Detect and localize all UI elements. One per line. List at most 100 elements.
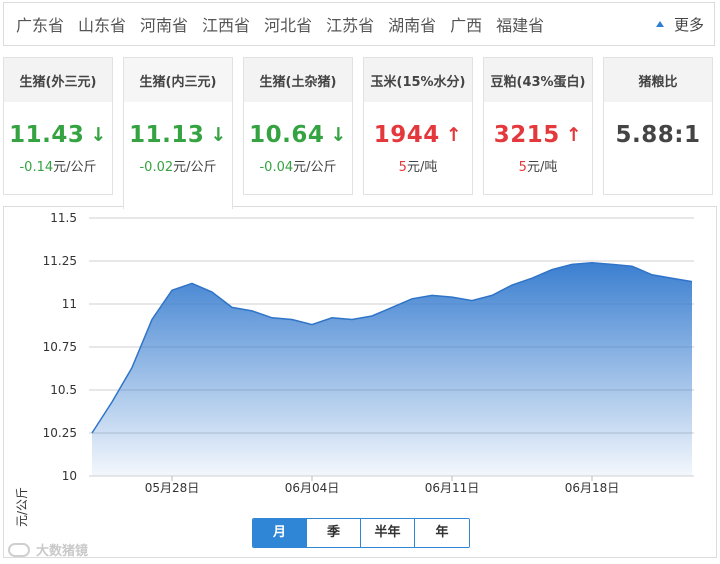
- card-price: 5.88:1: [604, 121, 712, 149]
- province-item[interactable]: 湖南省: [388, 12, 436, 36]
- tab-quarter[interactable]: 季: [307, 519, 361, 547]
- arrow-up-icon: ↑: [445, 124, 463, 146]
- tab-half-year[interactable]: 半年: [361, 519, 415, 547]
- x-tick-label: 06月18日: [565, 481, 620, 495]
- data-point: [331, 317, 333, 319]
- data-point: [291, 318, 293, 320]
- data-point: [451, 296, 453, 298]
- province-item[interactable]: 江苏省: [326, 12, 374, 36]
- card-price: 11.13 ↓: [124, 121, 232, 149]
- card-value: 11.43: [9, 122, 85, 148]
- more-button[interactable]: 更多: [655, 3, 704, 45]
- tab-year[interactable]: 年: [415, 519, 469, 547]
- card-change: -0.14元/公斤: [4, 156, 112, 175]
- card-price: 10.64 ↓: [244, 121, 352, 149]
- change-unit: 元/吨: [406, 160, 438, 175]
- card-value: 3215: [493, 122, 560, 148]
- province-item[interactable]: 江西省: [202, 12, 250, 36]
- card-value: 5.88:1: [615, 122, 701, 148]
- data-point: [311, 323, 313, 325]
- card-title: 猪粮比: [604, 58, 712, 102]
- card-price: 11.43 ↓: [4, 121, 112, 149]
- data-point: [591, 262, 593, 264]
- price-card[interactable]: 生猪(外三元) 11.43 ↓ -0.14元/公斤: [3, 57, 113, 195]
- data-point: [411, 298, 413, 300]
- data-point: [231, 306, 233, 308]
- data-point: [91, 432, 93, 434]
- card-change: 5元/吨: [484, 156, 592, 175]
- province-item[interactable]: 广东省: [16, 12, 64, 36]
- arrow-down-icon: ↓: [90, 124, 107, 146]
- y-tick-label: 10.5: [50, 383, 77, 397]
- change-value: 5: [518, 160, 527, 175]
- change-unit: 元/吨: [526, 160, 558, 175]
- card-title: 玉米(15%水分): [364, 58, 472, 102]
- data-point: [571, 263, 573, 265]
- card-title: 生猪(内三元): [124, 58, 232, 102]
- card-title: 生猪(外三元): [4, 58, 112, 102]
- data-point: [691, 280, 693, 282]
- province-item[interactable]: 河南省: [140, 12, 188, 36]
- data-point: [251, 310, 253, 312]
- caret-up-icon: [655, 21, 664, 27]
- chart-panel: 10 10.25 10.5 10.75 11 11.25 11.5 05月28日 06月04日 0…: [3, 206, 717, 558]
- data-point: [371, 315, 373, 317]
- change-value: -0.14: [19, 160, 54, 175]
- price-card[interactable]: 玉米(15%水分) 1944 ↑ 5元/吨: [363, 57, 473, 195]
- x-tick-label: 06月11日: [425, 481, 480, 495]
- y-tick-label: 10: [62, 469, 77, 483]
- data-point: [511, 284, 513, 286]
- card-price: 3215 ↑: [484, 121, 592, 149]
- province-list: 广东省 山东省 河南省 江西省 河北省 江苏省 湖南省 广西 福建省: [16, 3, 558, 45]
- price-card[interactable]: 生猪(土杂猪) 10.64 ↓ -0.04元/公斤: [243, 57, 353, 195]
- brand-logo-icon: [8, 542, 30, 557]
- card-value: 10.64: [249, 122, 325, 148]
- y-tick-label: 10.25: [43, 426, 77, 440]
- y-tick-label: 10.75: [43, 340, 77, 354]
- card-price: 1944 ↑: [364, 121, 472, 149]
- card-value: 1944: [373, 122, 440, 148]
- data-point: [431, 294, 433, 296]
- price-card[interactable]: 豆粕(43%蛋白) 3215 ↑ 5元/吨: [483, 57, 593, 195]
- data-point: [671, 277, 673, 279]
- y-axis-label: 元/公斤: [15, 486, 29, 527]
- data-point: [191, 282, 193, 284]
- price-card[interactable]: 生猪(内三元) 11.13 ↓ -0.02元/公斤: [123, 57, 233, 209]
- province-item[interactable]: 河北省: [264, 12, 312, 36]
- change-value: -0.04: [259, 160, 294, 175]
- x-tick-label: 06月04日: [285, 481, 340, 495]
- card-change: -0.04元/公斤: [244, 156, 352, 175]
- data-point: [531, 277, 533, 279]
- price-area-chart: 10 10.25 10.5 10.75 11 11.25 11.5 05月28日 06月04日 0…: [43, 211, 694, 495]
- tab-month[interactable]: 月: [253, 519, 307, 547]
- arrow-down-icon: ↓: [210, 124, 227, 146]
- more-label: 更多: [673, 15, 704, 34]
- arrow-down-icon: ↓: [330, 124, 347, 146]
- card-title: 豆粕(43%蛋白): [484, 58, 592, 102]
- data-point: [391, 306, 393, 308]
- data-point: [351, 318, 353, 320]
- card-value: 11.13: [129, 122, 205, 148]
- card-change: 5元/吨: [364, 156, 472, 175]
- data-point: [651, 274, 653, 276]
- province-item[interactable]: 广西: [450, 12, 482, 36]
- y-tick-label: 11.25: [43, 254, 77, 268]
- data-point: [631, 265, 633, 267]
- watermark: 大数猪镜: [8, 540, 88, 559]
- change-value: 5: [398, 160, 407, 175]
- change-unit: 元/公斤: [293, 160, 337, 175]
- card-change: -0.02元/公斤: [124, 156, 232, 175]
- price-area: [92, 262, 692, 476]
- data-point: [551, 268, 553, 270]
- y-tick-label: 11.5: [50, 211, 77, 225]
- card-title: 生猪(土杂猪): [244, 58, 352, 102]
- y-tick-label: 11: [62, 297, 77, 311]
- data-point: [151, 318, 153, 320]
- change-value: -0.02: [139, 160, 174, 175]
- x-tick-label: 05月28日: [145, 481, 200, 495]
- data-point: [131, 366, 133, 368]
- price-card[interactable]: 猪粮比 5.88:1: [603, 57, 713, 195]
- province-item[interactable]: 山东省: [78, 12, 126, 36]
- province-item[interactable]: 福建省: [496, 12, 544, 36]
- change-unit: 元/公斤: [173, 160, 217, 175]
